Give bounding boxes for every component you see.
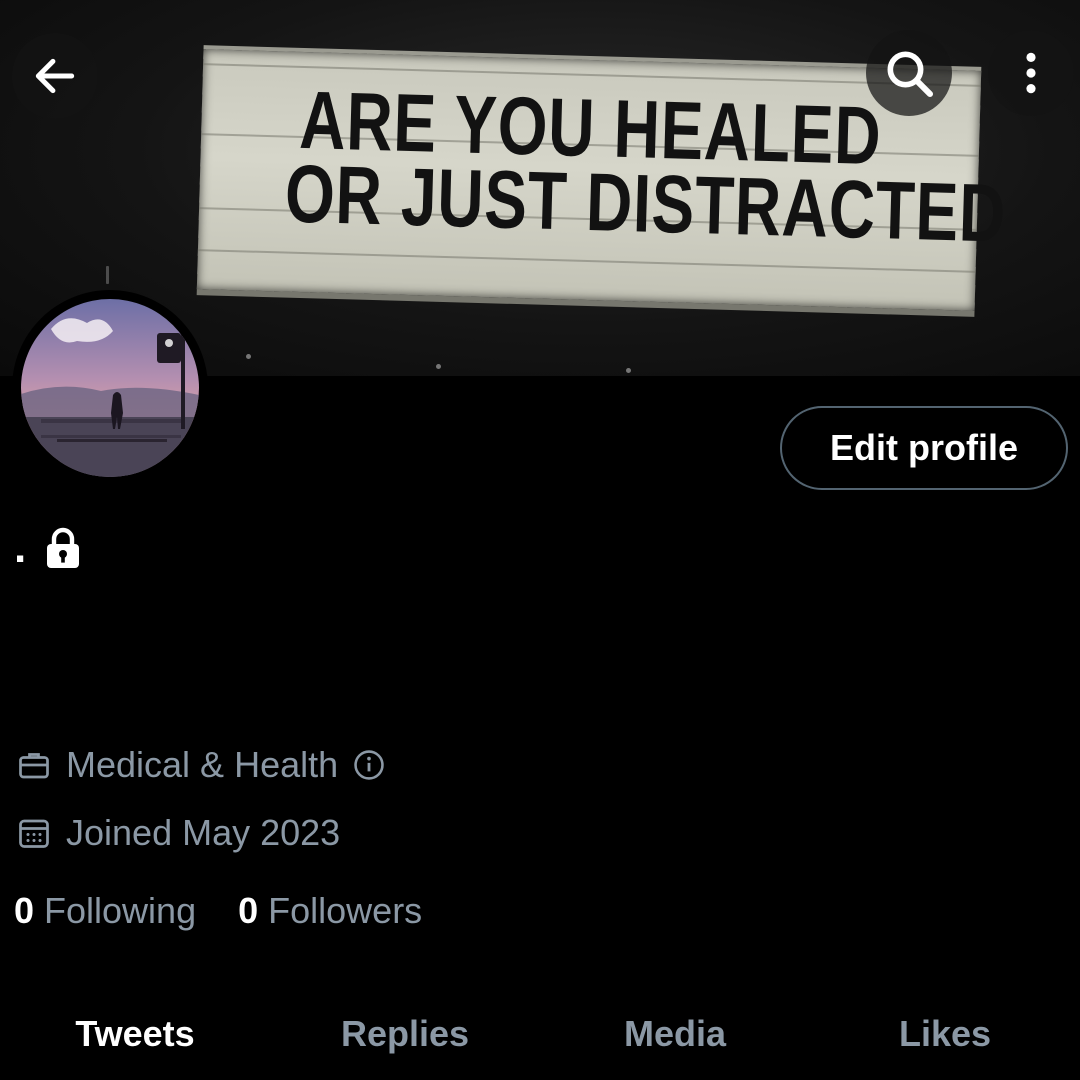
avatar-image — [21, 299, 199, 477]
following-count: 0 — [14, 890, 35, 931]
search-icon — [887, 51, 934, 98]
category-label: Medical & Health — [66, 744, 339, 785]
followers-label: Followers — [268, 890, 423, 931]
search-button[interactable] — [866, 30, 952, 116]
banner-sign-line-2: OR JUST DISTRACTED — [283, 148, 1008, 260]
tab-tweets[interactable]: Tweets — [0, 995, 270, 1080]
tab-likes[interactable]: Likes — [810, 995, 1080, 1080]
profile-tabs: Tweets Replies Media Likes — [0, 995, 1080, 1080]
following-label: Following — [44, 890, 197, 931]
joined-label: Joined May 2023 — [66, 812, 341, 853]
briefcase-icon — [19, 753, 49, 779]
arrow-left-icon — [35, 58, 75, 94]
info-icon[interactable] — [352, 748, 386, 782]
calendar-icon — [19, 819, 49, 848]
more-vertical-icon — [1026, 52, 1036, 94]
tab-replies[interactable]: Replies — [270, 995, 540, 1080]
following-link[interactable]: 0 Following — [14, 890, 196, 932]
more-options-button[interactable] — [988, 30, 1074, 116]
display-name: . — [14, 523, 27, 572]
profile-name-row: . — [14, 520, 82, 570]
follow-stats: 0 Following 0 Followers — [14, 890, 422, 932]
profile-avatar[interactable] — [12, 290, 208, 486]
profile-category: Medical & Health — [16, 744, 386, 786]
followers-link[interactable]: 0 Followers — [238, 890, 422, 932]
followers-count: 0 — [238, 890, 259, 931]
banner-sign: ARE YOU HEALED OR JUST DISTRACTED — [196, 45, 1008, 317]
profile-joined-date: Joined May 2023 — [16, 812, 340, 854]
lock-icon — [47, 527, 80, 568]
back-button[interactable] — [12, 33, 98, 119]
edit-profile-button[interactable]: Edit profile — [780, 406, 1068, 490]
tab-media[interactable]: Media — [540, 995, 810, 1080]
